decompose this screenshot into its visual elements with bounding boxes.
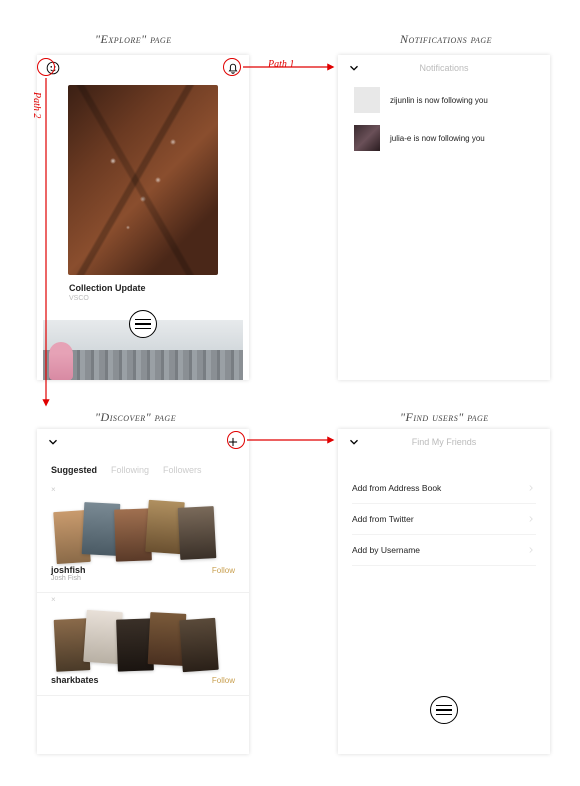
tab-following[interactable]: Following bbox=[111, 465, 149, 475]
follow-button[interactable]: Follow bbox=[212, 566, 235, 575]
menu-icon[interactable] bbox=[129, 310, 157, 338]
annotation-circle-bell bbox=[223, 58, 241, 76]
find-header: Find My Friends bbox=[338, 437, 550, 447]
username[interactable]: joshfish bbox=[51, 565, 86, 575]
photo-collage[interactable] bbox=[51, 499, 235, 559]
back-icon[interactable] bbox=[43, 432, 63, 452]
username[interactable]: sharkbates bbox=[51, 675, 99, 685]
page-label-find: "Find users" page bbox=[400, 410, 489, 425]
annotation-circle-plus bbox=[227, 431, 245, 449]
back-icon[interactable] bbox=[344, 58, 364, 78]
page-label-notifications: Notifications page bbox=[400, 32, 492, 47]
photo-collage[interactable] bbox=[51, 609, 235, 669]
back-icon[interactable] bbox=[344, 432, 364, 452]
discover-screen: Suggested Following Followers × joshfish… bbox=[37, 429, 249, 754]
tab-bar: Suggested Following Followers bbox=[37, 455, 249, 483]
notification-row[interactable]: julia-e is now following you bbox=[338, 119, 550, 157]
add-by-username[interactable]: Add by Username bbox=[352, 535, 536, 566]
notification-row[interactable]: zijunlin is now following you bbox=[338, 81, 550, 119]
page-label-discover: "Discover" page bbox=[95, 410, 176, 425]
tab-suggested[interactable]: Suggested bbox=[51, 465, 97, 475]
chevron-right-icon bbox=[526, 483, 536, 493]
notification-text: julia-e is now following you bbox=[390, 134, 485, 143]
add-from-twitter[interactable]: Add from Twitter bbox=[352, 504, 536, 535]
feature-image[interactable] bbox=[68, 85, 218, 275]
close-icon[interactable]: × bbox=[51, 485, 56, 494]
card-title: Collection Update bbox=[69, 283, 249, 293]
user-card: × joshfish Josh Fish Follow bbox=[37, 483, 249, 593]
annotation-circle-smiley bbox=[37, 58, 55, 76]
close-icon[interactable]: × bbox=[51, 595, 56, 604]
avatar bbox=[354, 125, 380, 151]
notifications-header: Notifications bbox=[338, 63, 550, 73]
tab-followers[interactable]: Followers bbox=[163, 465, 202, 475]
card-source: VSCO bbox=[69, 295, 249, 302]
follow-button[interactable]: Follow bbox=[212, 676, 235, 685]
page-label-explore: "Explore" page bbox=[95, 32, 172, 47]
explore-screen: Collection Update VSCO bbox=[37, 55, 249, 380]
find-users-screen: Find My Friends Add from Address Book Ad… bbox=[338, 429, 550, 754]
option-label: Add from Twitter bbox=[352, 514, 414, 524]
user-card: × sharkbates Follow bbox=[37, 593, 249, 696]
option-label: Add from Address Book bbox=[352, 483, 441, 493]
chevron-right-icon bbox=[526, 514, 536, 524]
add-from-address-book[interactable]: Add from Address Book bbox=[352, 473, 536, 504]
user-fullname: Josh Fish bbox=[51, 575, 86, 582]
path2-label: Path 2 bbox=[31, 92, 42, 118]
menu-icon[interactable] bbox=[430, 696, 458, 724]
avatar bbox=[354, 87, 380, 113]
notification-text: zijunlin is now following you bbox=[390, 96, 488, 105]
option-label: Add by Username bbox=[352, 545, 420, 555]
notifications-screen: Notifications zijunlin is now following … bbox=[338, 55, 550, 380]
chevron-right-icon bbox=[526, 545, 536, 555]
path1-label: Path 1 bbox=[268, 59, 294, 70]
